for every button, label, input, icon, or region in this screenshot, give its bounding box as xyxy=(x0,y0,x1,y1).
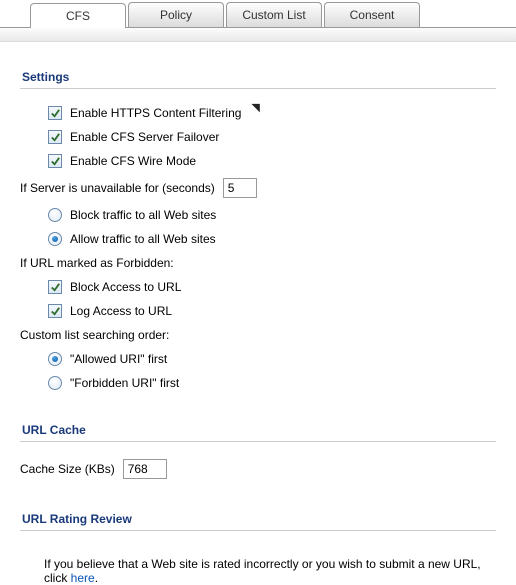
input-cache-size[interactable] xyxy=(123,459,167,479)
checkbox-log-url[interactable] xyxy=(48,304,62,318)
tab-consent[interactable]: Consent xyxy=(324,2,420,27)
gloss-bar xyxy=(0,28,516,42)
tab-policy[interactable]: Policy xyxy=(128,2,224,27)
label-https-filter: Enable HTTPS Content Filtering xyxy=(70,106,241,120)
label-custom-order: Custom list searching order: xyxy=(20,328,169,342)
rating-info: If you believe that a Web site is rated … xyxy=(20,543,496,585)
label-block-all: Block traffic to all Web sites xyxy=(70,208,216,222)
section-header-url-rating: URL Rating Review xyxy=(20,484,496,531)
label-server-unavailable: If Server is unavailable for (seconds) xyxy=(20,181,215,195)
radio-allow-all[interactable] xyxy=(48,232,62,246)
tab-cfs[interactable]: CFS xyxy=(30,3,126,28)
tab-bar: CFS Policy Custom List Consent xyxy=(0,0,516,28)
label-block-url: Block Access to URL xyxy=(70,280,181,294)
label-cache-size: Cache Size (KBs) xyxy=(20,462,115,476)
checkbox-block-url[interactable] xyxy=(48,280,62,294)
label-forbidden-first: "Forbidden URI" first xyxy=(70,376,179,390)
section-header-settings: Settings xyxy=(20,42,496,89)
checkbox-cfs-failover[interactable] xyxy=(48,130,62,144)
radio-forbidden-first[interactable] xyxy=(48,376,62,390)
label-url-forbidden: If URL marked as Forbidden: xyxy=(20,256,174,270)
label-allowed-first: "Allowed URI" first xyxy=(70,352,167,366)
rating-text: If you believe that a Web site is rated … xyxy=(44,557,481,585)
radio-allowed-first[interactable] xyxy=(48,352,62,366)
tab-custom-list[interactable]: Custom List xyxy=(226,2,322,27)
label-log-url: Log Access to URL xyxy=(70,304,172,318)
section-header-url-cache: URL Cache xyxy=(20,395,496,442)
checkbox-cfs-wire[interactable] xyxy=(48,154,62,168)
input-server-unavailable[interactable] xyxy=(223,178,257,198)
checkbox-https-filter[interactable] xyxy=(48,106,62,120)
radio-block-all[interactable] xyxy=(48,208,62,222)
label-cfs-wire: Enable CFS Wire Mode xyxy=(70,154,196,168)
label-cfs-failover: Enable CFS Server Failover xyxy=(70,130,219,144)
label-allow-all: Allow traffic to all Web sites xyxy=(70,232,216,246)
caret-icon: ◥ xyxy=(251,101,259,114)
